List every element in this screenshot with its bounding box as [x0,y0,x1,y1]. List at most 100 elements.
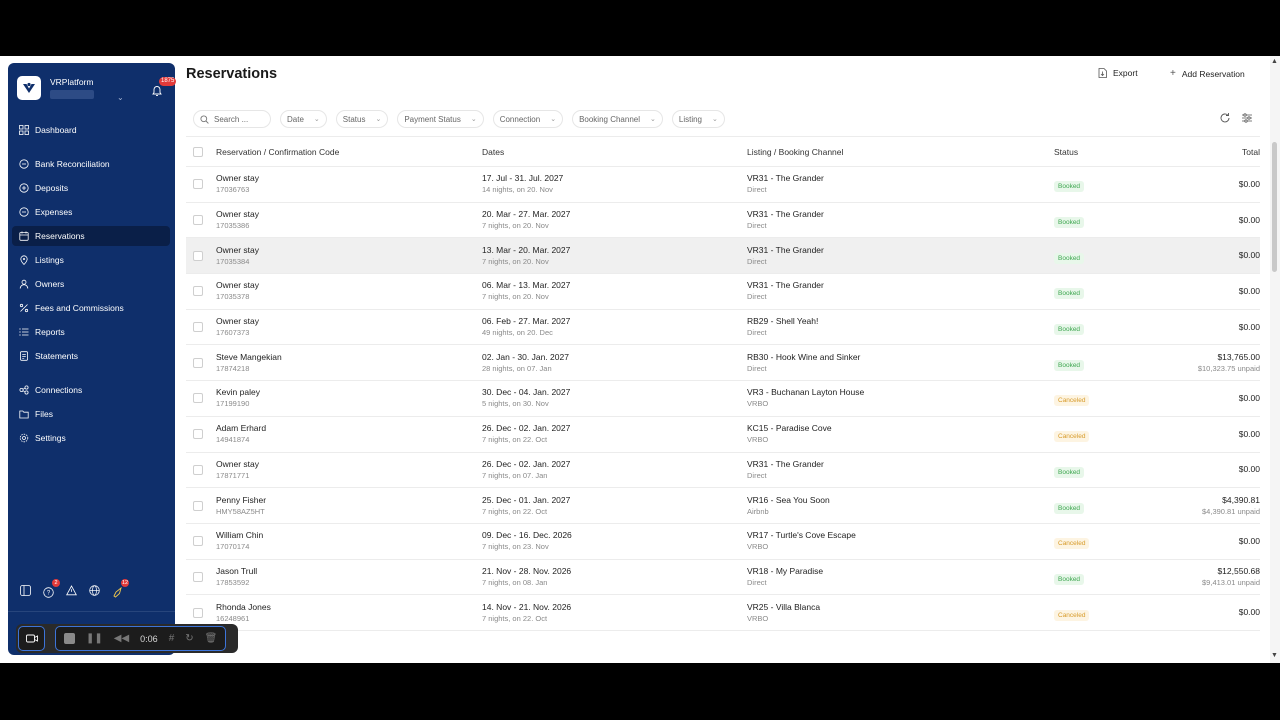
add-reservation-button[interactable]: + Add Reservation [1170,68,1245,79]
stay-dates: 06. Mar - 13. Mar. 2027 [482,280,571,291]
restart-icon[interactable]: ↻ [185,633,193,644]
scroll-up-icon[interactable]: ▲ [1271,58,1278,65]
stay-dates: 26. Dec - 02. Jan. 2027 [482,423,571,434]
reservations-table: Reservation / Confirmation Code Dates Li… [186,136,1260,631]
export-button[interactable]: Export [1098,68,1138,78]
refresh-icon[interactable] [1219,112,1231,124]
sidebar-item-owners[interactable]: Owners [12,274,170,294]
row-checkbox[interactable] [193,571,203,582]
row-checkbox[interactable] [193,286,203,297]
row-checkbox[interactable] [193,464,203,475]
brand[interactable]: VRPlatform [17,76,94,100]
trash-icon[interactable]: 🗑 [205,633,218,644]
column-header[interactable]: Status [1054,147,1078,157]
select-all-checkbox[interactable] [193,146,203,157]
table-row[interactable]: Kevin paley 17199190 30. Dec - 04. Jan. 20… [186,381,1260,417]
filter-connection[interactable]: Connection ⌄ [492,110,564,128]
stop-icon[interactable] [64,633,75,644]
stay-dates: 09. Dec - 16. Dec. 2026 [482,530,572,541]
search-input[interactable]: Search ... [193,110,271,128]
sidebar-item-reports[interactable]: Reports [12,322,170,342]
confirmation-code: 17853592 [216,577,250,587]
sidebar-item-reservations[interactable]: Reservations [12,226,170,246]
table-row[interactable]: Owner stay 17607373 06. Feb - 27. Mar. 202… [186,310,1260,346]
column-settings-icon[interactable] [1241,112,1253,124]
confirmation-code: 17070174 [216,542,250,552]
scrollbar-thumb[interactable] [1272,142,1277,272]
filter-booking-channel[interactable]: Booking Channel ⌄ [572,110,663,128]
folder-icon [19,410,29,419]
column-header[interactable]: Dates [482,147,504,157]
reservation-name: William Chin [216,530,264,541]
table-row[interactable]: Owner stay 17035384 13. Mar - 20. Mar. 202… [186,238,1260,275]
filter-date[interactable]: Date ⌄ [280,110,327,128]
row-checkbox[interactable] [193,393,203,404]
row-checkbox[interactable] [193,607,203,618]
sidebar-item-connections[interactable]: Connections [12,380,170,400]
bell-icon[interactable] [151,85,163,97]
filter-payment-status[interactable]: Payment Status ⌄ [397,110,484,128]
row-checkbox[interactable] [193,429,203,440]
table-row[interactable]: Rhonda Jones 16248961 14. Nov - 21. Nov. 2… [186,595,1260,631]
grid-icon[interactable]: # [169,633,175,644]
row-checkbox[interactable] [193,322,203,333]
sidebar-item-dashboard[interactable]: Dashboard [12,120,170,140]
table-row[interactable]: Owner stay 17036763 17. Jul - 31. Jul. 202… [186,167,1260,203]
chat-badge: 2 [52,579,60,587]
sidebar-item-statements[interactable]: Statements [12,346,170,366]
camera-button[interactable] [18,626,45,651]
table-row[interactable]: Owner stay 17035378 06. Mar - 13. Mar. 202… [186,274,1260,310]
listing-name: RB30 - Hook Wine and Sinker [747,351,861,362]
booking-channel: Direct [747,256,767,266]
sidebar-item-bank-reconciliation[interactable]: Bank Reconciliation [12,154,170,174]
screen-recorder-toolbar: ❚❚ ◀◀ 0:06 # ↻ 🗑 [16,624,238,653]
reservation-name: Penny Fisher [216,494,267,505]
row-checkbox[interactable] [193,215,203,226]
rewind-icon[interactable]: ◀◀ [114,633,129,644]
sidebar-item-settings[interactable]: Settings [12,428,170,448]
rocket-icon[interactable]: 12 [112,579,129,598]
export-label: Export [1113,68,1138,78]
column-header[interactable]: Reservation / Confirmation Code [216,147,339,157]
table-row[interactable]: William Chin 17070174 09. Dec - 16. Dec. 2… [186,524,1260,560]
sidebar-item-expenses[interactable]: Expenses [12,202,170,222]
gear-icon [19,433,29,443]
sidebar-nav: Dashboard Bank Reconciliation Deposits E… [12,120,170,448]
row-checkbox[interactable] [193,536,203,547]
scroll-down-icon[interactable]: ▼ [1271,652,1278,659]
sidebar-toggle-icon[interactable] [20,585,31,596]
filter-listing[interactable]: Listing ⌄ [671,110,725,128]
sidebar-item-fees-and-commissions[interactable]: Fees and Commissions [12,298,170,318]
stay-dates: 30. Dec - 04. Jan. 2027 [482,387,571,398]
booking-channel: Direct [747,221,767,231]
table-row[interactable]: Owner stay 17871771 26. Dec - 02. Jan. 202… [186,453,1260,489]
row-checkbox[interactable] [193,357,203,368]
globe-icon[interactable] [89,585,100,596]
row-checkbox[interactable] [193,250,203,261]
reservation-name: Steve Mangekian [216,351,282,362]
table-row[interactable]: Steve Mangekian 17874218 02. Jan - 30. Jan… [186,345,1260,382]
column-header[interactable]: Total [1242,147,1260,157]
column-header[interactable]: Listing / Booking Channel [747,147,843,157]
sidebar-item-files[interactable]: Files [12,404,170,424]
chat-icon[interactable]: ? 2 [43,579,60,598]
row-checkbox[interactable] [193,179,203,190]
pause-icon[interactable]: ❚❚ [86,633,103,644]
filter-status[interactable]: Status ⌄ [335,110,389,128]
table-row[interactable]: Owner stay 17035386 20. Mar - 27. Mar. 202… [186,203,1260,239]
table-row[interactable]: Penny Fisher HMY58AZ5HT 25. Dec - 01. Jan.… [186,488,1260,524]
warning-icon[interactable] [66,585,77,596]
total-amount: $4,390.81 [1222,494,1260,505]
stay-nights: 28 nights, on 07. Jan [482,363,552,373]
page-scrollbar[interactable]: ▲ ▼ [1270,56,1280,663]
sidebar-item-listings[interactable]: Listings [12,250,170,270]
row-checkbox[interactable] [193,500,203,511]
sidebar-item-label: Dashboard [35,125,77,135]
table-row[interactable]: Jason Trull 17853592 21. Nov - 28. Nov. 20… [186,560,1260,596]
table-row[interactable]: Adam Erhard 14941874 26. Dec - 02. Jan. 20… [186,417,1260,453]
app-viewport: VRPlatform ⌄ 1875 Dashboard Bank Reconci… [0,56,1280,663]
sidebar-item-deposits[interactable]: Deposits [12,178,170,198]
stay-nights: 49 nights, on 20. Dec [482,328,553,338]
chevron-down-icon[interactable]: ⌄ [117,93,124,102]
confirmation-code: 17607373 [216,328,250,338]
